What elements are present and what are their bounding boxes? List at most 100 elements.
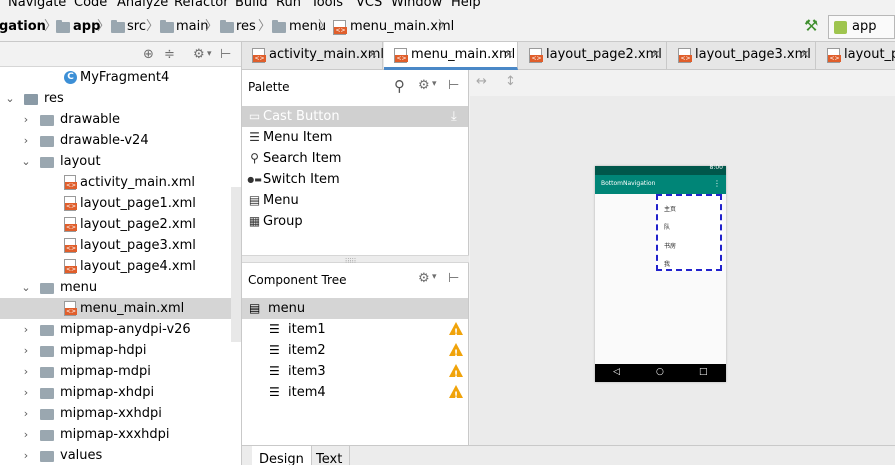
menu-run[interactable]: Run bbox=[276, 0, 301, 10]
hide-panel-icon[interactable]: ⊢ bbox=[448, 78, 459, 93]
close-icon[interactable]: ✕ bbox=[504, 42, 513, 68]
warning-icon[interactable] bbox=[449, 364, 463, 386]
project-tree-item[interactable]: layout_page4.xml bbox=[0, 256, 241, 277]
breadcrumb-root[interactable]: gation bbox=[0, 12, 46, 42]
project-tree-item[interactable]: ⌄ menu bbox=[0, 277, 241, 298]
resize-horizontal-icon[interactable]: ↔ bbox=[476, 74, 487, 89]
project-scrollbar[interactable] bbox=[231, 187, 241, 342]
chevron-right-icon[interactable]: › bbox=[20, 361, 32, 382]
project-tree-item[interactable]: › mipmap-xxhdpi bbox=[0, 403, 241, 424]
component-tree-root[interactable]: ▤ menu bbox=[242, 298, 468, 319]
component-tree-item[interactable]: ☰ item1 bbox=[242, 319, 468, 344]
menu-build[interactable]: Build bbox=[235, 0, 268, 10]
search-icon[interactable]: ⚲ bbox=[394, 77, 405, 95]
chevron-right-icon[interactable]: › bbox=[20, 340, 32, 361]
project-tree-item[interactable]: layout_page1.xml bbox=[0, 193, 241, 214]
project-tree-item[interactable]: ⌄ layout bbox=[0, 151, 241, 172]
tab-activity-main[interactable]: activity_main.xml ✕ bbox=[242, 42, 384, 70]
tab-menu-main[interactable]: menu_main.xml ✕ bbox=[384, 42, 518, 70]
project-tree-item[interactable]: › mipmap-anydpi-v26 bbox=[0, 319, 241, 340]
collapse-icon[interactable]: ≑ bbox=[164, 42, 175, 67]
menu-refactor[interactable]: Refactor bbox=[174, 0, 229, 10]
project-tree-item[interactable]: › drawable bbox=[0, 109, 241, 130]
overflow-menu-icon[interactable]: ⋮ bbox=[713, 179, 721, 188]
breadcrumb-src[interactable]: src bbox=[127, 12, 146, 42]
hide-panel-icon[interactable]: ⊢ bbox=[448, 271, 459, 286]
project-tree-item[interactable]: › mipmap-xhdpi bbox=[0, 382, 241, 403]
chevron-right-icon[interactable]: › bbox=[20, 445, 32, 465]
chevron-right-icon[interactable]: › bbox=[20, 424, 32, 445]
palette-item[interactable]: ☰ Menu Item bbox=[242, 127, 468, 148]
chevron-right-icon[interactable]: › bbox=[20, 130, 32, 151]
project-tree-item[interactable]: layout_page2.xml bbox=[0, 214, 241, 235]
dropdown-arrow-icon[interactable]: ▾ bbox=[432, 79, 437, 89]
tab-text[interactable]: Text bbox=[309, 446, 351, 465]
chevron-right-icon[interactable]: › bbox=[20, 109, 32, 130]
palette-item[interactable]: ⚲ Search Item bbox=[242, 148, 468, 169]
popup-item[interactable]: 主页 bbox=[664, 204, 676, 213]
warning-icon[interactable] bbox=[449, 322, 463, 344]
palette-item[interactable]: ●▬ Switch Item bbox=[242, 169, 468, 190]
project-tree-item[interactable]: › mipmap-mdpi bbox=[0, 361, 241, 382]
popup-item[interactable]: 书房 bbox=[664, 241, 676, 250]
project-tree-item[interactable]: › mipmap-xxxhdpi bbox=[0, 424, 241, 445]
palette-item[interactable]: ▤ Menu bbox=[242, 190, 468, 211]
download-icon[interactable]: ⤓ bbox=[451, 106, 457, 127]
breadcrumb-res[interactable]: res bbox=[236, 12, 256, 42]
chevron-down-icon[interactable]: ⌄ bbox=[20, 277, 32, 298]
chevron-right-icon[interactable]: › bbox=[20, 403, 32, 424]
project-tree-item[interactable]: ⌄ res bbox=[0, 88, 241, 109]
dropdown-arrow-icon[interactable]: ▾ bbox=[207, 42, 212, 67]
tab-layout-page3[interactable]: layout_page3.xml ✕ bbox=[668, 42, 816, 70]
menu-tools[interactable]: Tools bbox=[311, 0, 343, 10]
project-tree-item[interactable]: › values bbox=[0, 445, 241, 465]
close-icon[interactable]: ✕ bbox=[651, 42, 660, 68]
project-tree-item[interactable]: menu_main.xml bbox=[0, 298, 241, 319]
tab-design[interactable]: Design bbox=[252, 446, 312, 465]
palette-item[interactable]: ▦ Group bbox=[242, 211, 468, 232]
popup-item[interactable]: 队 bbox=[664, 222, 670, 231]
device-preview[interactable]: 8:00 BottomNavigation ⋮ 主页 队 书房 我 ◁ ○ □ bbox=[595, 164, 726, 382]
component-label: item1 bbox=[288, 322, 326, 337]
chevron-right-icon[interactable]: › bbox=[20, 319, 32, 340]
component-tree-item[interactable]: ☰ item4 bbox=[242, 382, 468, 407]
run-config-select[interactable]: app bbox=[828, 15, 895, 39]
chevron-right-icon[interactable]: › bbox=[20, 382, 32, 403]
menu-vcs[interactable]: VCS bbox=[356, 0, 382, 10]
warning-icon[interactable] bbox=[449, 385, 463, 407]
project-tree-item[interactable]: layout_page3.xml bbox=[0, 235, 241, 256]
tab-layout-page2[interactable]: layout_page2.xml ✕ bbox=[519, 42, 667, 70]
design-surface[interactable]: ↔ ↕ 8:00 BottomNavigation ⋮ 主页 队 书房 我 ◁ … bbox=[470, 70, 895, 445]
tab-layout-page4[interactable]: layout_pag bbox=[817, 42, 895, 70]
menu-code[interactable]: Code bbox=[74, 0, 107, 10]
gear-icon[interactable]: ⚙ bbox=[418, 271, 430, 286]
hammer-icon[interactable]: ⚒ bbox=[804, 16, 818, 35]
gear-icon[interactable]: ⚙ bbox=[193, 42, 205, 67]
menu-help[interactable]: Help bbox=[451, 0, 481, 10]
hide-panel-icon[interactable]: ⊢ bbox=[220, 42, 231, 67]
menu-navigate[interactable]: Navigate bbox=[8, 0, 66, 10]
menu-window[interactable]: Window bbox=[391, 0, 442, 10]
close-icon[interactable]: ✕ bbox=[368, 42, 377, 68]
component-tree-item[interactable]: ☰ item3 bbox=[242, 361, 468, 386]
close-icon[interactable]: ✕ bbox=[800, 42, 809, 68]
menu-popup[interactable]: 主页 队 书房 我 bbox=[656, 194, 722, 271]
dropdown-arrow-icon[interactable]: ▾ bbox=[432, 272, 437, 282]
project-tree-item[interactable]: activity_main.xml bbox=[0, 172, 241, 193]
crosshair-icon[interactable]: ⊕ bbox=[143, 42, 154, 67]
project-tree-item[interactable]: › drawable-v24 bbox=[0, 130, 241, 151]
warning-icon[interactable] bbox=[449, 343, 463, 365]
breadcrumb-main[interactable]: main bbox=[176, 12, 208, 42]
home-icon: ○ bbox=[656, 367, 664, 377]
project-tree-item[interactable]: C MyFragment4 bbox=[0, 67, 241, 88]
gear-icon[interactable]: ⚙ bbox=[418, 78, 430, 93]
palette-item[interactable]: ▭ Cast Button ⤓ bbox=[242, 106, 468, 127]
popup-item[interactable]: 我 bbox=[664, 259, 670, 268]
chevron-down-icon[interactable]: ⌄ bbox=[4, 88, 16, 109]
chevron-down-icon[interactable]: ⌄ bbox=[20, 151, 32, 172]
resize-vertical-icon[interactable]: ↕ bbox=[505, 74, 516, 89]
menu-analyze[interactable]: Analyze bbox=[117, 0, 168, 10]
project-tree-item[interactable]: › mipmap-hdpi bbox=[0, 340, 241, 361]
panel-splitter[interactable]: ⁝⁝⁝⁝⁝ bbox=[242, 255, 469, 265]
component-tree-item[interactable]: ☰ item2 bbox=[242, 340, 468, 365]
